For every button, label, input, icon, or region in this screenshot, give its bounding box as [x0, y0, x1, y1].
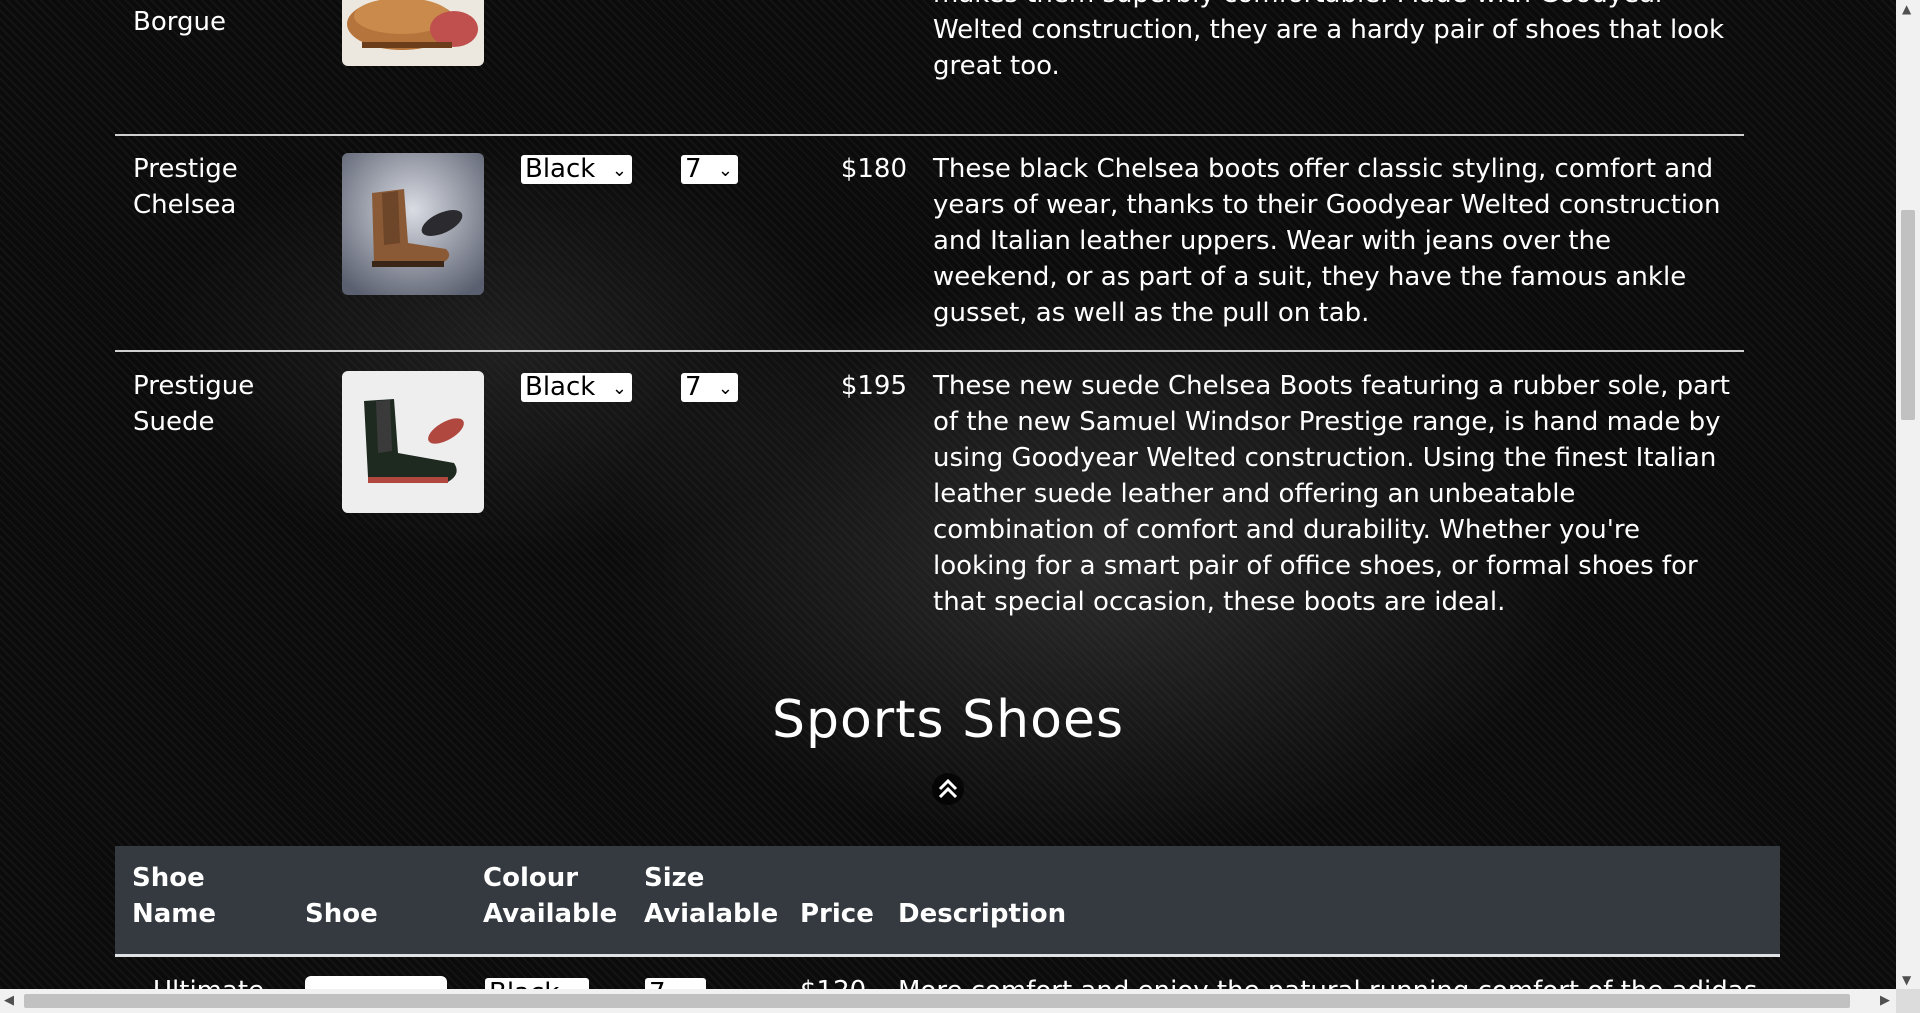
back-to-top-icon[interactable] [932, 773, 964, 805]
page: Borgue makes them superbly comfortable. … [0, 0, 1896, 989]
header-shoe-name: Shoe Name [132, 863, 217, 929]
chevron-down-icon: ⌄ [611, 378, 627, 399]
size-select[interactable]: 7 ⌄ [681, 155, 738, 184]
section-title-sports-shoes: Sports Shoes [771, 690, 1125, 750]
header-price: Price [800, 899, 874, 929]
header-shoe: Shoe [305, 899, 378, 929]
colour-select[interactable]: Black ⌄ [521, 155, 632, 184]
shoe-description: These new suede Chelsea Boots featuring … [933, 371, 1730, 617]
colour-select[interactable]: Black ⌄ [521, 373, 632, 402]
shoe-name: Ultimate [153, 976, 264, 989]
shoe-description: More comfort and enjoy the natural runni… [898, 976, 1758, 989]
scroll-up-icon[interactable]: ▲ [1902, 2, 1911, 16]
shoe-name: Prestige Chelsea [133, 154, 238, 220]
shoe-price: $180 [840, 154, 907, 184]
table-header: Shoe Name Shoe Colour Available Size Aviala… [115, 846, 1780, 957]
scroll-down-icon[interactable]: ▼ [1902, 973, 1911, 987]
header-size-available: Size Avialable [644, 863, 779, 929]
shoe-name: Prestigue Suede [133, 371, 255, 437]
table-row: Borgue makes them superbly comfortable. … [115, 0, 1744, 136]
chevron-down-icon: ⌄ [717, 160, 733, 181]
shoe-price: $120 [800, 976, 866, 989]
shoe-image-prestige-chelsea [342, 153, 484, 295]
vertical-scroll-thumb[interactable] [1901, 210, 1915, 420]
shoe-description: These black Chelsea boots offer classic … [933, 154, 1721, 328]
shoe-name: Borgue [133, 7, 226, 37]
shoe-image [305, 976, 447, 989]
colour-select[interactable]: Black [485, 978, 589, 989]
scroll-left-icon[interactable]: ◀ [4, 993, 14, 1008]
header-colour-available: Colour Available [483, 863, 618, 929]
table-row: Ultimate Black 7 $120 More comfort and e… [115, 970, 1780, 989]
size-select[interactable]: 7 [645, 978, 706, 989]
table-row: Prestige Chelsea Black ⌄ 7 ⌄ $180 These … [115, 134, 1744, 352]
table-row: Prestigue Suede Black ⌄ 7 ⌄ $195 These n… [115, 352, 1744, 622]
size-select[interactable]: 7 ⌄ [681, 373, 738, 402]
horizontal-scroll-thumb[interactable] [24, 994, 1850, 1008]
header-description: Description [898, 899, 1067, 929]
double-chevron-up-icon [938, 778, 958, 799]
shoe-image-borgue [342, 0, 484, 66]
vertical-scrollbar[interactable]: ▲ ▼ [1896, 0, 1920, 989]
scrollbar-corner [1896, 989, 1920, 1013]
shoe-price: $195 [840, 371, 907, 401]
shoe-description: makes them superbly comfortable. Made wi… [933, 0, 1725, 81]
chevron-down-icon: ⌄ [611, 160, 627, 181]
shoe-image-prestigue-suede [342, 371, 484, 513]
scroll-right-icon[interactable]: ▶ [1880, 993, 1890, 1008]
horizontal-scrollbar[interactable]: ◀ ▶ [0, 989, 1920, 1013]
chevron-down-icon: ⌄ [717, 378, 733, 399]
